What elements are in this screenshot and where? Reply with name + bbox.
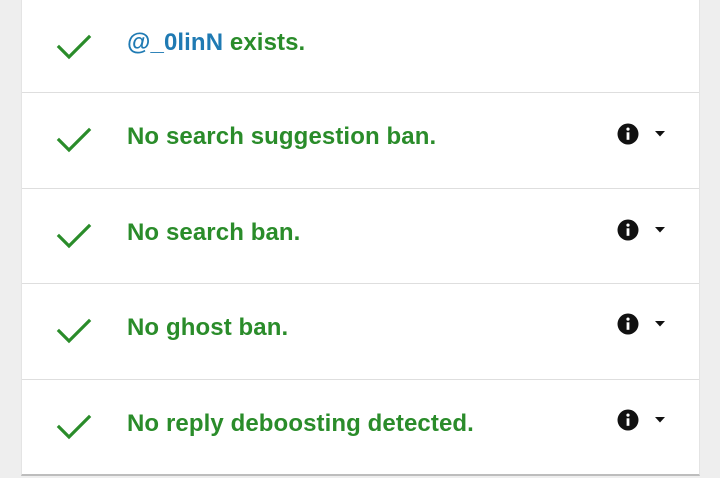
result-label: exists. — [223, 29, 306, 56]
caret-down-icon[interactable] — [654, 320, 666, 328]
result-row-search-ban: No search ban. — [22, 189, 699, 284]
check-icon — [56, 414, 92, 440]
result-row-reply-deboosting: No reply deboosting detected. — [22, 380, 699, 474]
check-icon — [56, 223, 92, 249]
info-icon[interactable] — [617, 409, 639, 431]
result-text: @_0linN exists. — [127, 29, 305, 57]
caret-down-icon[interactable] — [654, 416, 666, 424]
result-label: No reply deboosting detected. — [127, 410, 474, 437]
result-row-exists: @_0linN exists. — [22, 0, 699, 93]
result-row-ghost-ban: No ghost ban. — [22, 284, 699, 380]
check-icon — [56, 34, 92, 60]
results-card: @_0linN exists. No search suggestion ban… — [21, 0, 700, 476]
caret-down-icon[interactable] — [654, 130, 666, 138]
info-icon[interactable] — [617, 123, 639, 145]
check-icon — [56, 318, 92, 344]
result-label: No ghost ban. — [127, 314, 289, 341]
result-row-search-suggestion-ban: No search suggestion ban. — [22, 93, 699, 189]
info-icon[interactable] — [617, 313, 639, 335]
info-icon[interactable] — [617, 219, 639, 241]
username-link[interactable]: @_0linN — [127, 29, 223, 56]
check-icon — [56, 127, 92, 153]
result-label: No search ban. — [127, 219, 301, 246]
caret-down-icon[interactable] — [654, 226, 666, 234]
result-label: No search suggestion ban. — [127, 123, 437, 150]
